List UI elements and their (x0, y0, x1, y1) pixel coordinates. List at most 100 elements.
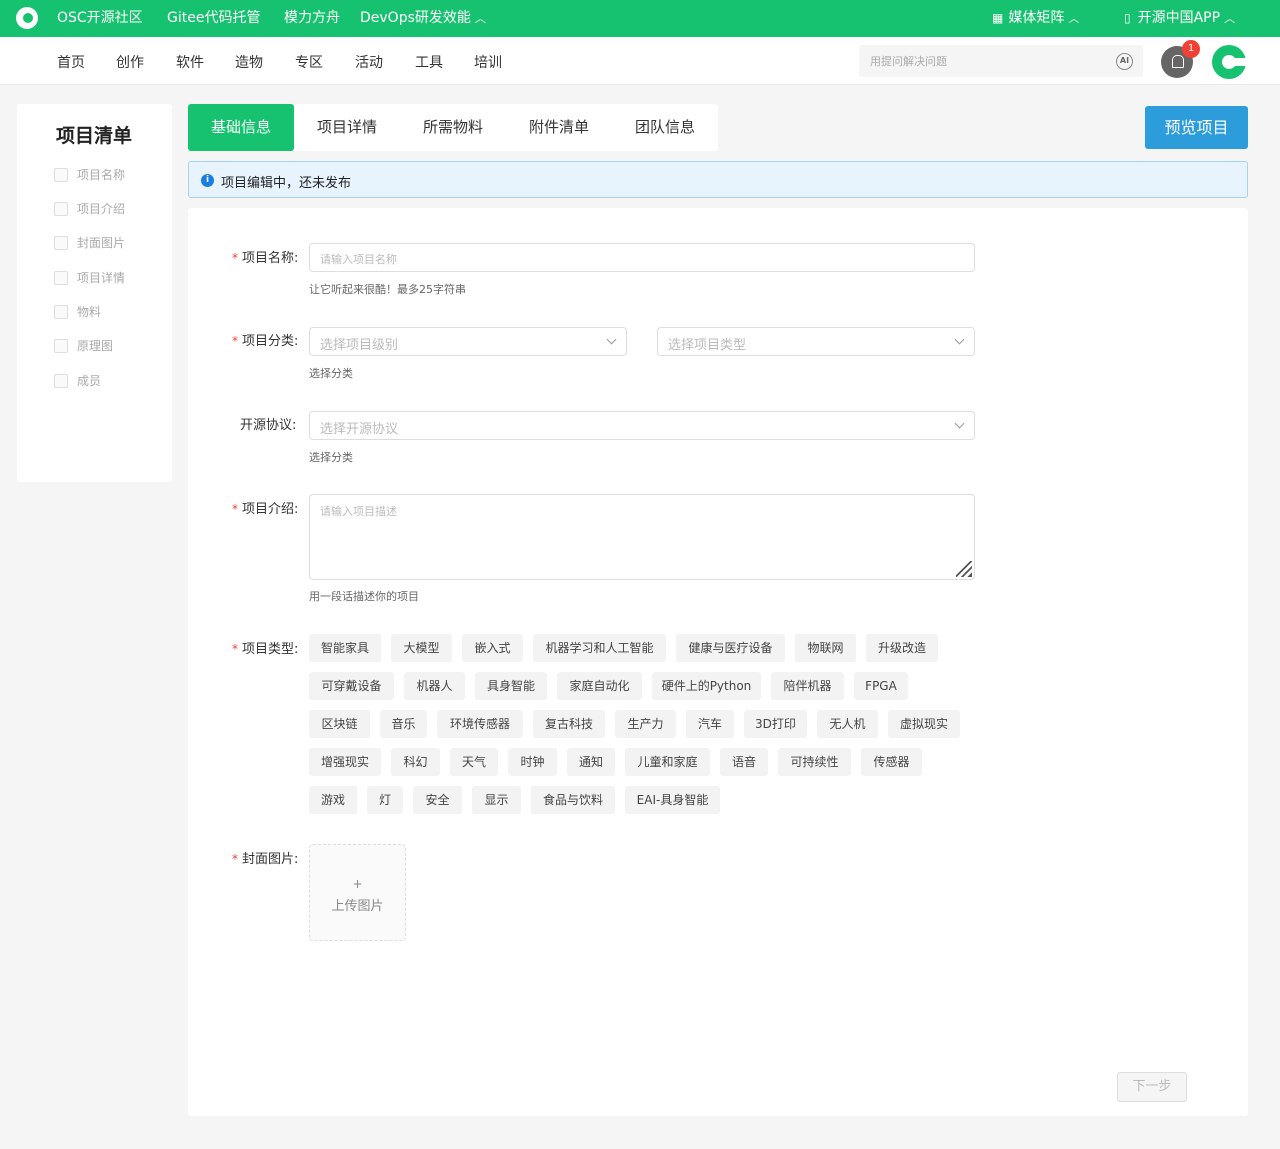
tag-option[interactable]: 语音 (720, 748, 768, 776)
tag-option[interactable]: 汽车 (686, 710, 734, 738)
tag-option[interactable]: 环境传感器 (437, 710, 523, 738)
tab-attachments[interactable]: 附件清单 (506, 104, 612, 151)
sidebar-title: 项目清单 (56, 125, 133, 147)
tag-option[interactable]: 嵌入式 (462, 634, 523, 662)
nav-item-create[interactable]: 创作 (116, 52, 144, 72)
sidebar-item-materials[interactable]: 物料 (54, 303, 101, 320)
chevron-down-icon (606, 334, 617, 345)
intro-textarea[interactable]: 请输入项目描述 (309, 494, 975, 580)
category-hint: 选择分类 (309, 367, 353, 380)
topbar-app-menu[interactable]: ▯ 开源中国APP ︿ (1124, 9, 1235, 28)
cover-upload-button[interactable]: + 上传图片 (309, 844, 406, 941)
osc-logo-icon[interactable] (16, 7, 38, 29)
tags-label-text: 项目类型: (242, 642, 299, 657)
resize-grip-icon[interactable] (956, 561, 972, 577)
tag-option[interactable]: 区块链 (309, 710, 370, 738)
tag-option[interactable]: 具身智能 (475, 672, 547, 700)
tag-option[interactable]: 硬件上的Python (652, 672, 761, 700)
tag-option[interactable]: 可穿戴设备 (309, 672, 394, 700)
sidebar-item-details[interactable]: 项目详情 (54, 269, 125, 286)
search-placeholder: 用提问解决问题 (870, 55, 947, 68)
tag-option[interactable]: 升级改造 (866, 634, 938, 662)
tag-option[interactable]: 机器人 (404, 672, 465, 700)
tab-materials[interactable]: 所需物料 (400, 104, 506, 151)
tag-option[interactable]: FPGA (854, 672, 908, 700)
checkbox[interactable] (54, 201, 68, 216)
status-alert: i 项目编辑中，还未发布 (188, 161, 1248, 198)
avatar[interactable] (1212, 45, 1248, 79)
license-select[interactable]: 选择开源协议 (309, 411, 975, 440)
nav-item-make[interactable]: 造物 (235, 52, 263, 72)
tag-option[interactable]: 显示 (472, 786, 521, 814)
main-nav: 首页 创作 软件 造物 专区 活动 工具 培训 用提问解决问题 AI (0, 37, 1280, 85)
topbar-link-gitee[interactable]: Gitee代码托管 (167, 9, 260, 27)
checkbox[interactable] (54, 304, 68, 319)
tag-option[interactable]: 儿童和家庭 (625, 748, 710, 776)
required-mark: * (232, 251, 238, 265)
project-type-select[interactable]: 选择项目类型 (657, 327, 975, 356)
tab-basic-info[interactable]: 基础信息 (188, 104, 294, 151)
tag-option[interactable]: 时钟 (508, 748, 557, 776)
tag-option[interactable]: 机器学习和人工智能 (533, 634, 666, 662)
topbar-media-label: 媒体矩阵 (1008, 10, 1065, 26)
project-checklist-sidebar: 项目清单 项目名称 项目介绍 封面图片 项目详情 物料 原理图 成员 (17, 104, 172, 482)
ai-icon[interactable]: AI (1116, 53, 1133, 70)
tag-option[interactable]: 通知 (567, 748, 615, 776)
topbar-link-devops[interactable]: DevOps研发效能 ︿ (360, 9, 486, 28)
sidebar-item-label: 项目名称 (77, 168, 126, 182)
nav-item-training[interactable]: 培训 (474, 52, 502, 72)
tag-option[interactable]: 可持续性 (778, 748, 851, 776)
tag-option[interactable]: 音乐 (380, 710, 427, 738)
preview-project-button[interactable]: 预览项目 (1145, 106, 1248, 149)
tag-option[interactable]: 增强现实 (309, 748, 381, 776)
checkbox[interactable] (54, 270, 68, 285)
project-level-select[interactable]: 选择项目级别 (309, 327, 627, 356)
nav-item-software[interactable]: 软件 (176, 52, 204, 72)
nav-item-events[interactable]: 活动 (355, 52, 383, 72)
tag-option[interactable]: 灯 (367, 786, 403, 814)
nav-item-home[interactable]: 首页 (57, 52, 85, 72)
next-step-button[interactable]: 下一步 (1117, 1072, 1187, 1102)
checkbox[interactable] (54, 167, 68, 182)
tag-option[interactable]: 天气 (450, 748, 498, 776)
nav-item-zone[interactable]: 专区 (295, 52, 323, 72)
sidebar-item-name[interactable]: 项目名称 (54, 166, 125, 183)
sidebar-item-cover[interactable]: 封面图片 (54, 234, 125, 251)
project-name-input[interactable]: 请输入项目名称 (309, 243, 975, 272)
tag-option[interactable]: 物联网 (795, 634, 856, 662)
tag-option[interactable]: 家庭自动化 (557, 672, 642, 700)
topbar-media-menu[interactable]: ▦ 媒体矩阵 ︿ (992, 9, 1079, 28)
tag-option[interactable]: 无人机 (817, 710, 878, 738)
tag-option[interactable]: 陪伴机器 (771, 672, 844, 700)
tag-option[interactable]: 传感器 (861, 748, 922, 776)
tag-option[interactable]: 健康与医疗设备 (676, 634, 785, 662)
tag-option[interactable]: 复古科技 (533, 710, 605, 738)
tag-option[interactable]: 食品与饮料 (531, 786, 615, 814)
tag-option[interactable]: 虚拟现实 (888, 710, 960, 738)
sidebar-item-members[interactable]: 成员 (54, 372, 101, 389)
tag-option[interactable]: 智能家具 (309, 634, 381, 662)
tag-option[interactable]: 科幻 (391, 748, 440, 776)
checkbox[interactable] (54, 338, 68, 353)
chevron-down-icon (954, 418, 965, 429)
tag-option[interactable]: 安全 (413, 786, 462, 814)
sidebar-item-schematic[interactable]: 原理图 (54, 337, 113, 354)
tag-option[interactable]: 生产力 (615, 710, 676, 738)
tag-option[interactable]: EAI-具身智能 (625, 786, 720, 814)
checkbox[interactable] (54, 373, 68, 388)
tag-option[interactable]: 大模型 (391, 634, 452, 662)
intro-hint: 用一段话描述你的项目 (309, 590, 419, 603)
tag-option[interactable]: 3D打印 (744, 710, 807, 738)
checkbox[interactable] (54, 235, 68, 250)
sidebar-item-label: 原理图 (77, 339, 114, 353)
tab-team-info[interactable]: 团队信息 (612, 104, 718, 151)
search-input[interactable]: 用提问解决问题 AI (859, 45, 1143, 77)
topbar-link-osc[interactable]: OSC开源社区 (57, 9, 143, 27)
sidebar-item-intro[interactable]: 项目介绍 (54, 200, 125, 217)
topbar-link-moli[interactable]: 模力方舟 (284, 9, 340, 27)
project-name-label: * 项目名称: (232, 247, 298, 266)
project-type-placeholder: 选择项目类型 (668, 338, 747, 353)
nav-item-tools[interactable]: 工具 (415, 52, 443, 72)
tag-option[interactable]: 游戏 (309, 786, 357, 814)
tab-project-details[interactable]: 项目详情 (294, 104, 400, 151)
